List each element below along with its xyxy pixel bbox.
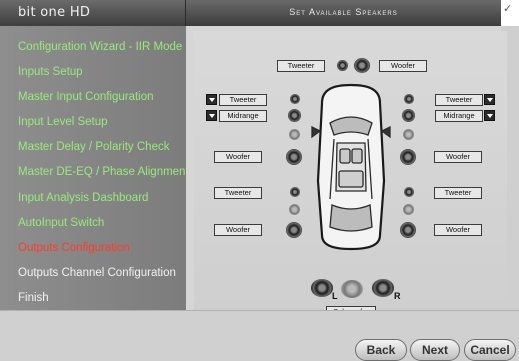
- rear-right-aux-speaker-icon[interactable]: [403, 204, 414, 215]
- step-configuration-wizard[interactable]: Configuration Wizard - IIR Mode: [18, 41, 182, 53]
- car-top-view: [311, 83, 391, 251]
- front-left-midrange-label[interactable]: Midrange: [219, 110, 267, 122]
- rear-right-woofer-icon[interactable]: [400, 222, 416, 238]
- front-left-aux-speaker-icon[interactable]: [289, 129, 300, 140]
- subwoofer-left-icon[interactable]: [311, 279, 333, 297]
- front-right-tweeter-icon[interactable]: [404, 94, 414, 104]
- step-master-input-configuration[interactable]: Master Input Configuration: [18, 91, 154, 103]
- step-master-delay-polarity[interactable]: Master Delay / Polarity Check: [18, 141, 169, 153]
- front-right-aux-speaker-icon[interactable]: [403, 129, 414, 140]
- front-right-midrange-icon[interactable]: [402, 109, 415, 122]
- front-left-tweeter-dropdown-button[interactable]: [206, 94, 217, 105]
- front-left-midrange-icon[interactable]: [288, 109, 301, 122]
- front-left-tweeter-label[interactable]: Tweeter: [219, 94, 267, 106]
- center-woofer-label[interactable]: Woofer: [379, 60, 427, 72]
- center-tweeter-icon[interactable]: [337, 60, 348, 71]
- header-corner: ✓: [501, 0, 519, 26]
- cancel-button[interactable]: Cancel: [464, 339, 516, 361]
- page-header: Set Available Speakers: [186, 0, 501, 26]
- subwoofer-right-marker: R: [394, 291, 401, 301]
- front-left-woofer-label[interactable]: Woofer: [214, 151, 262, 163]
- wizard-footer: Back Next Cancel: [0, 310, 519, 361]
- step-outputs-configuration[interactable]: Outputs Configuration: [18, 242, 130, 254]
- step-inputs-setup[interactable]: Inputs Setup: [18, 66, 83, 78]
- rear-left-woofer-icon[interactable]: [286, 222, 302, 238]
- subwoofer-right-icon[interactable]: [372, 279, 394, 297]
- brand-bar: bit one HD: [0, 0, 186, 26]
- center-woofer-icon[interactable]: [354, 58, 370, 73]
- rear-left-aux-speaker-icon[interactable]: [289, 204, 300, 215]
- rear-right-woofer-label[interactable]: Woofer: [434, 224, 482, 236]
- step-finish[interactable]: Finish: [18, 292, 49, 304]
- step-outputs-channel-configuration[interactable]: Outputs Channel Configuration: [18, 267, 176, 279]
- front-right-tweeter-dropdown-button[interactable]: [484, 94, 495, 105]
- front-right-midrange-label[interactable]: Midrange: [435, 110, 483, 122]
- subwoofer-left-marker: L: [332, 291, 338, 301]
- back-button[interactable]: Back: [355, 339, 407, 361]
- speaker-setup-panel: Tweeter Woofer Tweeter Midrange Woofer T…: [186, 26, 507, 318]
- rear-left-tweeter-icon[interactable]: [290, 187, 300, 197]
- front-right-midrange-dropdown-button[interactable]: [484, 110, 495, 121]
- center-tweeter-label[interactable]: Tweeter: [277, 60, 325, 72]
- rear-right-tweeter-label[interactable]: Tweeter: [434, 187, 482, 199]
- rear-right-tweeter-icon[interactable]: [404, 187, 414, 197]
- speaker-canvas: Tweeter Woofer Tweeter Midrange Woofer T…: [194, 31, 507, 318]
- rear-left-tweeter-label[interactable]: Tweeter: [214, 187, 262, 199]
- wizard-steps-sidebar: Configuration Wizard - IIR Mode Inputs S…: [0, 26, 189, 310]
- app-brand: bit one HD: [18, 5, 91, 20]
- front-right-woofer-icon[interactable]: [400, 149, 416, 165]
- step-input-analysis-dashboard[interactable]: Input Analysis Dashboard: [18, 192, 148, 204]
- front-right-woofer-label[interactable]: Woofer: [434, 151, 482, 163]
- subwoofer-center-icon[interactable]: [341, 280, 363, 298]
- page-title: Set Available Speakers: [289, 7, 398, 17]
- step-input-level-setup[interactable]: Input Level Setup: [18, 116, 108, 128]
- next-button[interactable]: Next: [410, 339, 460, 361]
- step-autoinput-switch[interactable]: AutoInput Switch: [18, 217, 104, 229]
- wizard-window: bit one HD Set Available Speakers ✓ Conf…: [0, 0, 519, 361]
- step-master-de-eq[interactable]: Master DE-EQ / Phase Alignment: [18, 166, 189, 178]
- front-left-midrange-dropdown-button[interactable]: [206, 110, 217, 121]
- front-left-tweeter-icon[interactable]: [290, 94, 300, 104]
- front-left-woofer-icon[interactable]: [286, 149, 302, 165]
- check-icon: ✓: [503, 3, 513, 15]
- rear-left-woofer-label[interactable]: Woofer: [214, 224, 262, 236]
- front-right-tweeter-label[interactable]: Tweeter: [435, 94, 483, 106]
